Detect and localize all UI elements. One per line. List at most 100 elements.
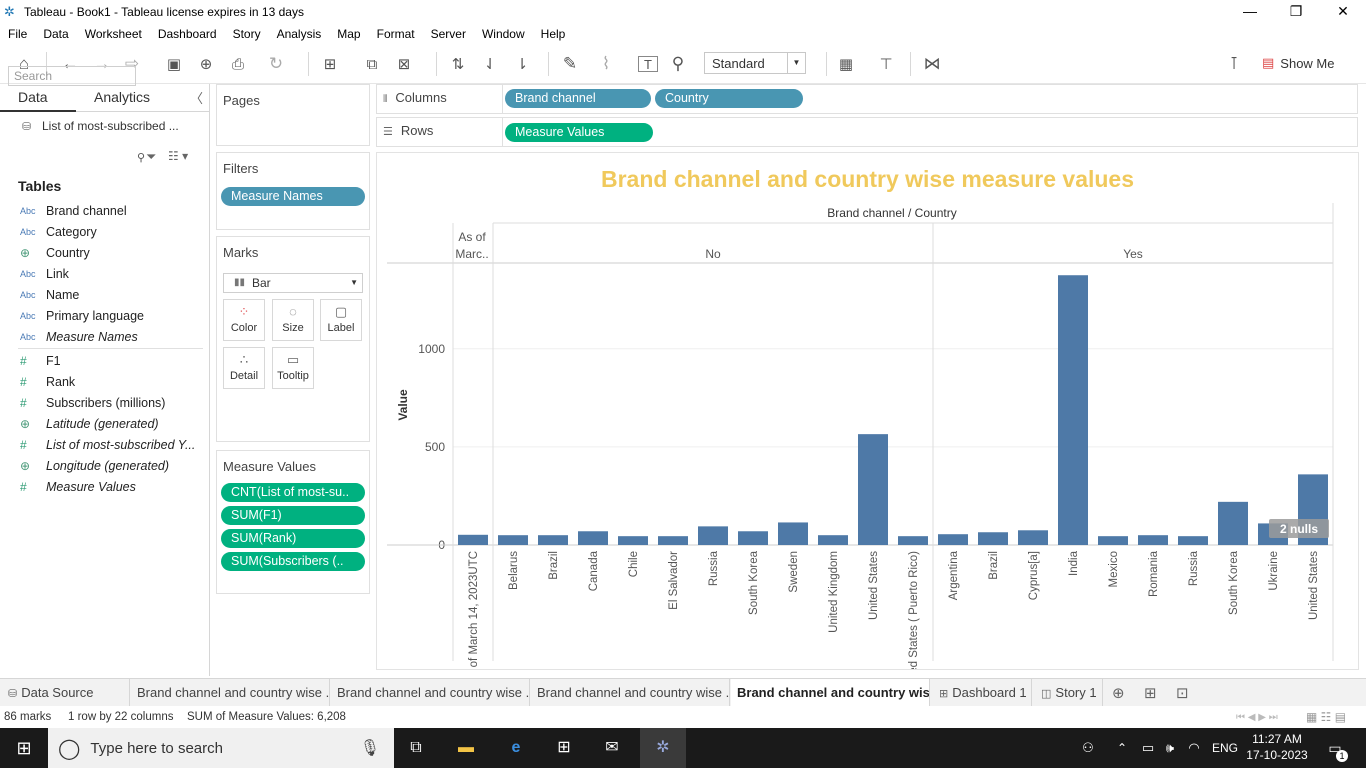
battery-icon[interactable]: ▭ [1138, 728, 1158, 768]
clear-sheet-icon[interactable]: ⊠ [394, 52, 414, 76]
field-item[interactable]: # Measure Values [0, 476, 209, 497]
task-view-icon[interactable]: ⧉ [402, 728, 430, 768]
field-item[interactable]: # F1 [0, 350, 209, 371]
windows-start-icon[interactable]: ⊞ [12, 728, 36, 768]
tab-sheet-4-active[interactable]: Brand channel and country wis... [731, 679, 930, 707]
pause-updates-icon[interactable]: ⎙ [228, 52, 248, 76]
field-item[interactable]: Abc Link [0, 263, 209, 284]
minimize-button[interactable]: — [1227, 0, 1273, 24]
group-members-icon[interactable]: ⌇ [596, 52, 616, 76]
fit-icon[interactable]: ▦ [836, 52, 856, 76]
tab-sheet-1[interactable]: Brand channel and country wise ... [131, 679, 330, 707]
field-item[interactable]: Abc Brand channel [0, 200, 209, 221]
field-item[interactable]: ⊕ Longitude (generated) [0, 455, 209, 476]
pin-axes-icon[interactable]: ⚲ [668, 52, 688, 76]
format-paint-icon[interactable]: ⊺ [1224, 52, 1244, 76]
close-button[interactable]: ✕ [1320, 0, 1366, 24]
new-dashboard-icon[interactable]: ⊞ [1144, 684, 1157, 702]
people-icon[interactable]: ⚇ [1078, 728, 1098, 768]
new-datasource-icon[interactable]: ⊕ [196, 52, 216, 76]
filter-icon[interactable]: ⏷ [146, 149, 156, 165]
menu-window[interactable]: Window [482, 27, 525, 41]
wifi-icon[interactable]: ◠ [1184, 728, 1204, 768]
highlight-icon[interactable]: ✎ [560, 52, 580, 76]
refresh-icon[interactable]: ↻ [266, 52, 286, 76]
menu-file[interactable]: File [8, 27, 27, 41]
save-icon[interactable]: ▣ [164, 52, 184, 76]
field-item[interactable]: Abc Primary language [0, 305, 209, 326]
measure-pill[interactable]: SUM(Subscribers (.. [221, 552, 365, 571]
field-item[interactable]: Abc Name [0, 284, 209, 305]
tab-sheet-3[interactable]: Brand channel and country wise ... [531, 679, 730, 707]
view-options-icon[interactable]: ☷ ▾ [168, 149, 188, 163]
language-indicator[interactable]: ENG [1208, 728, 1242, 768]
field-item[interactable]: # Subscribers (millions) [0, 392, 209, 413]
view-toggle-icon[interactable]: ▦ ☷ ▤ [1306, 710, 1346, 724]
label-button[interactable]: ▢ Label [320, 299, 362, 341]
color-button[interactable]: ⁘ Color [223, 299, 265, 341]
columns-shelf[interactable]: ⦀ Columns Brand channel Country [376, 84, 1358, 114]
edge-icon[interactable]: e [502, 728, 530, 768]
menu-analysis[interactable]: Analysis [277, 27, 322, 41]
new-worksheet-icon[interactable]: ⊕ [1112, 684, 1125, 702]
tab-data-source[interactable]: ⛁ Data Source [0, 679, 130, 707]
file-explorer-icon[interactable]: ▬ [452, 728, 480, 768]
measure-pill[interactable]: CNT(List of most-su.. [221, 483, 365, 502]
tab-story-1[interactable]: ◫ Story 1 [1033, 679, 1103, 707]
collapse-icon[interactable]: 〈 [190, 88, 203, 107]
filters-card[interactable]: Filters Measure Names [216, 152, 370, 230]
new-story-icon[interactable]: ⊡ [1176, 684, 1189, 702]
microphone-icon[interactable]: 🎙 [360, 738, 380, 758]
sort-descending-icon[interactable]: ⇂ [512, 52, 532, 76]
clock[interactable]: 11:27 AM 17-10-2023 [1246, 731, 1308, 763]
restore-button[interactable]: ❐ [1273, 0, 1319, 24]
size-button[interactable]: ◌ Size [272, 299, 314, 341]
pages-card[interactable]: Pages [216, 84, 370, 146]
menu-worksheet[interactable]: Worksheet [85, 27, 142, 41]
new-worksheet-icon[interactable]: ⊞ [320, 52, 340, 76]
store-icon[interactable]: ⊞ [550, 728, 578, 768]
show-me-button[interactable]: ▤ Show Me [1262, 52, 1335, 74]
mark-type-select[interactable]: ▮▮ Bar ▼ [223, 273, 363, 293]
measure-pill[interactable]: SUM(F1) [221, 506, 365, 525]
show-mark-labels-icon[interactable]: T [638, 56, 658, 72]
tab-analytics[interactable]: Analytics [76, 84, 196, 112]
menu-format[interactable]: Format [377, 27, 415, 41]
measure-pill[interactable]: SUM(Rank) [221, 529, 365, 548]
columns-pill-country[interactable]: Country [655, 89, 803, 108]
tray-chevron-icon[interactable]: ⌃ [1112, 728, 1132, 768]
menu-story[interactable]: Story [233, 27, 261, 41]
menu-dashboard[interactable]: Dashboard [158, 27, 217, 41]
page-nav-icon[interactable]: ⏮ ◀ ▶ ⏭ [1236, 712, 1278, 723]
rows-shelf[interactable]: ☰ Rows Measure Values [376, 117, 1358, 147]
fit-select[interactable]: Standard ▼ [704, 52, 806, 74]
tab-sheet-2[interactable]: Brand channel and country wise ... [331, 679, 530, 707]
swap-rows-columns-icon[interactable]: ⇅ [448, 52, 468, 76]
bar-chart[interactable]: Brand channel and country wise measure v… [377, 153, 1358, 694]
menu-server[interactable]: Server [431, 27, 466, 41]
field-item[interactable]: # List of most-subscribed Y... [0, 434, 209, 455]
rows-pill-measure-values[interactable]: Measure Values [505, 123, 653, 142]
notification-icon[interactable]: ▭ [1322, 728, 1348, 768]
menu-map[interactable]: Map [337, 27, 360, 41]
menu-help[interactable]: Help [541, 27, 566, 41]
volume-icon[interactable]: 🕪 [1160, 728, 1180, 768]
tab-dashboard-1[interactable]: ⊞ Dashboard 1 [931, 679, 1032, 707]
columns-pill-brand-channel[interactable]: Brand channel [505, 89, 651, 108]
field-item[interactable]: ⊕ Latitude (generated) [0, 413, 209, 434]
tableau-taskbar-icon[interactable]: ✲ [640, 728, 686, 768]
field-item[interactable]: Abc Measure Names [0, 326, 209, 347]
datasource-item[interactable]: ⛁ List of most-subscribed ... [0, 112, 209, 140]
field-item[interactable]: # Rank [0, 371, 209, 392]
field-item[interactable]: ⊕ Country [0, 242, 209, 263]
tab-data[interactable]: Data [0, 84, 76, 112]
detail-button[interactable]: ∴ Detail [223, 347, 265, 389]
mail-icon[interactable]: ✉ [598, 728, 626, 768]
search-input[interactable]: Search [8, 66, 136, 86]
filter-pill-measure-names[interactable]: Measure Names [221, 187, 365, 206]
duplicate-sheet-icon[interactable]: ⧉ [362, 52, 382, 76]
share-icon[interactable]: ⋈ [922, 52, 942, 76]
taskbar-search[interactable]: ◯ Type here to search 🎙 [48, 728, 394, 768]
field-item[interactable]: Abc Category [0, 221, 209, 242]
tooltip-button[interactable]: ▭ Tooltip [272, 347, 314, 389]
